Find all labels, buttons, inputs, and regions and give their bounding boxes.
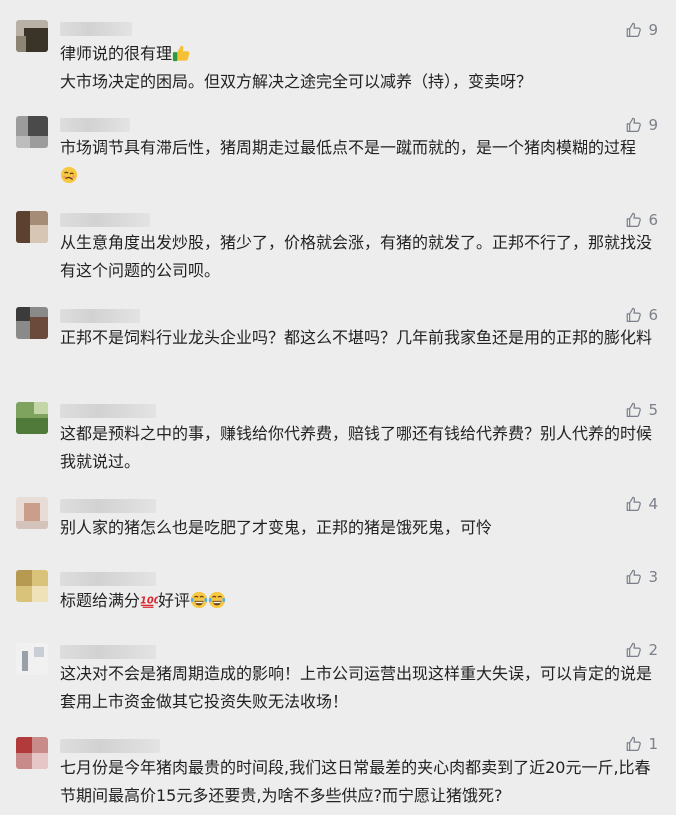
thumbs-up-outline-icon [625, 211, 643, 229]
like-button[interactable]: 9 [625, 20, 658, 40]
comment-text: 这决对不会是猪周期造成的影响！上市公司运营出现这样重大失误，可以肯定的说是套用上… [60, 664, 653, 711]
avatar[interactable] [16, 497, 48, 529]
username-blurred [60, 404, 156, 418]
username-blurred [60, 645, 156, 659]
like-button[interactable]: 5 [625, 400, 658, 420]
like-count: 3 [648, 568, 658, 586]
comment-text: 标题给满分100好评 [60, 587, 662, 615]
avatar[interactable] [16, 402, 48, 434]
like-button[interactable]: 2 [625, 640, 658, 660]
like-count: 9 [648, 21, 658, 39]
avatar[interactable] [16, 20, 48, 52]
thumbs-up-outline-icon [625, 116, 643, 134]
like-button[interactable]: 3 [625, 567, 658, 587]
like-button[interactable]: 6 [625, 210, 658, 230]
comment-text: 这都是预料之中的事，赚钱给你代养费，赔钱了哪还有钱给代养费？别人代养的时候我就说… [60, 424, 653, 471]
like-count: 6 [648, 211, 658, 229]
thumbs-up-outline-icon [625, 495, 643, 513]
like-count: 6 [648, 306, 658, 324]
like-button[interactable]: 1 [625, 734, 658, 754]
thumbs-up-outline-icon [625, 306, 643, 324]
grinning-tears-icon [208, 591, 226, 609]
comment-text: 市场调节具有滞后性，猪周期走过最低点不是一蹴而就的，是一个猪肉模糊的过程 [60, 134, 662, 190]
username-blurred [60, 118, 130, 132]
like-button[interactable]: 9 [625, 115, 658, 135]
comment-text: 七月份是今年猪肉最贵的时间段,我们这日常最差的夹心肉都卖到了近20元一斤,比春节… [60, 758, 651, 805]
avatar[interactable] [16, 211, 48, 243]
hundred-points-icon: 100 [140, 596, 158, 608]
avatar[interactable] [16, 116, 48, 148]
comment-text: 正邦不是饲料行业龙头企业吗？都这么不堪吗？几年前我家鱼还是用的正邦的膨化料 [60, 328, 653, 347]
grinning-tears-icon [190, 591, 208, 609]
comment-text: 从生意角度出发炒股，猪少了，价格就会涨，有猪的就发了。正邦不行了，那就找没有这个… [60, 233, 653, 280]
comment-text: 别人家的猪怎么也是吃肥了才变鬼，正邦的猪是饿死鬼，可怜 [60, 518, 493, 537]
username-blurred [60, 213, 150, 227]
thumbs-up-outline-icon [625, 401, 643, 419]
like-button[interactable]: 4 [625, 494, 658, 514]
username-blurred [60, 739, 160, 753]
like-count: 2 [648, 641, 658, 659]
thumbs-up-outline-icon [625, 641, 643, 659]
comment-text: 律师说的很有理 大市场决定的困局。但双方解决之途完全可以减养（持），变卖呀？ [60, 44, 533, 91]
username-blurred [60, 309, 140, 323]
like-count: 1 [648, 735, 658, 753]
avatar[interactable] [16, 307, 48, 339]
username-blurred [60, 22, 132, 36]
avatar[interactable] [16, 570, 48, 602]
thumbs-up-outline-icon [625, 735, 643, 753]
like-count: 5 [648, 401, 658, 419]
comment-list: 9 律师说的很有理 大市场决定的困局。但双方解决之途完全可以减养（持），变卖呀？ … [0, 0, 676, 815]
like-count: 4 [648, 495, 658, 513]
avatar[interactable] [16, 643, 48, 675]
username-blurred [60, 572, 156, 586]
thumbs-up-outline-icon [625, 568, 643, 586]
thumbs-up-outline-icon [625, 21, 643, 39]
like-count: 9 [648, 116, 658, 134]
thumbs-up-icon [172, 45, 190, 62]
like-button[interactable]: 6 [625, 305, 658, 325]
woozy-face-icon [60, 166, 78, 184]
username-blurred [60, 499, 156, 513]
avatar[interactable] [16, 737, 48, 769]
